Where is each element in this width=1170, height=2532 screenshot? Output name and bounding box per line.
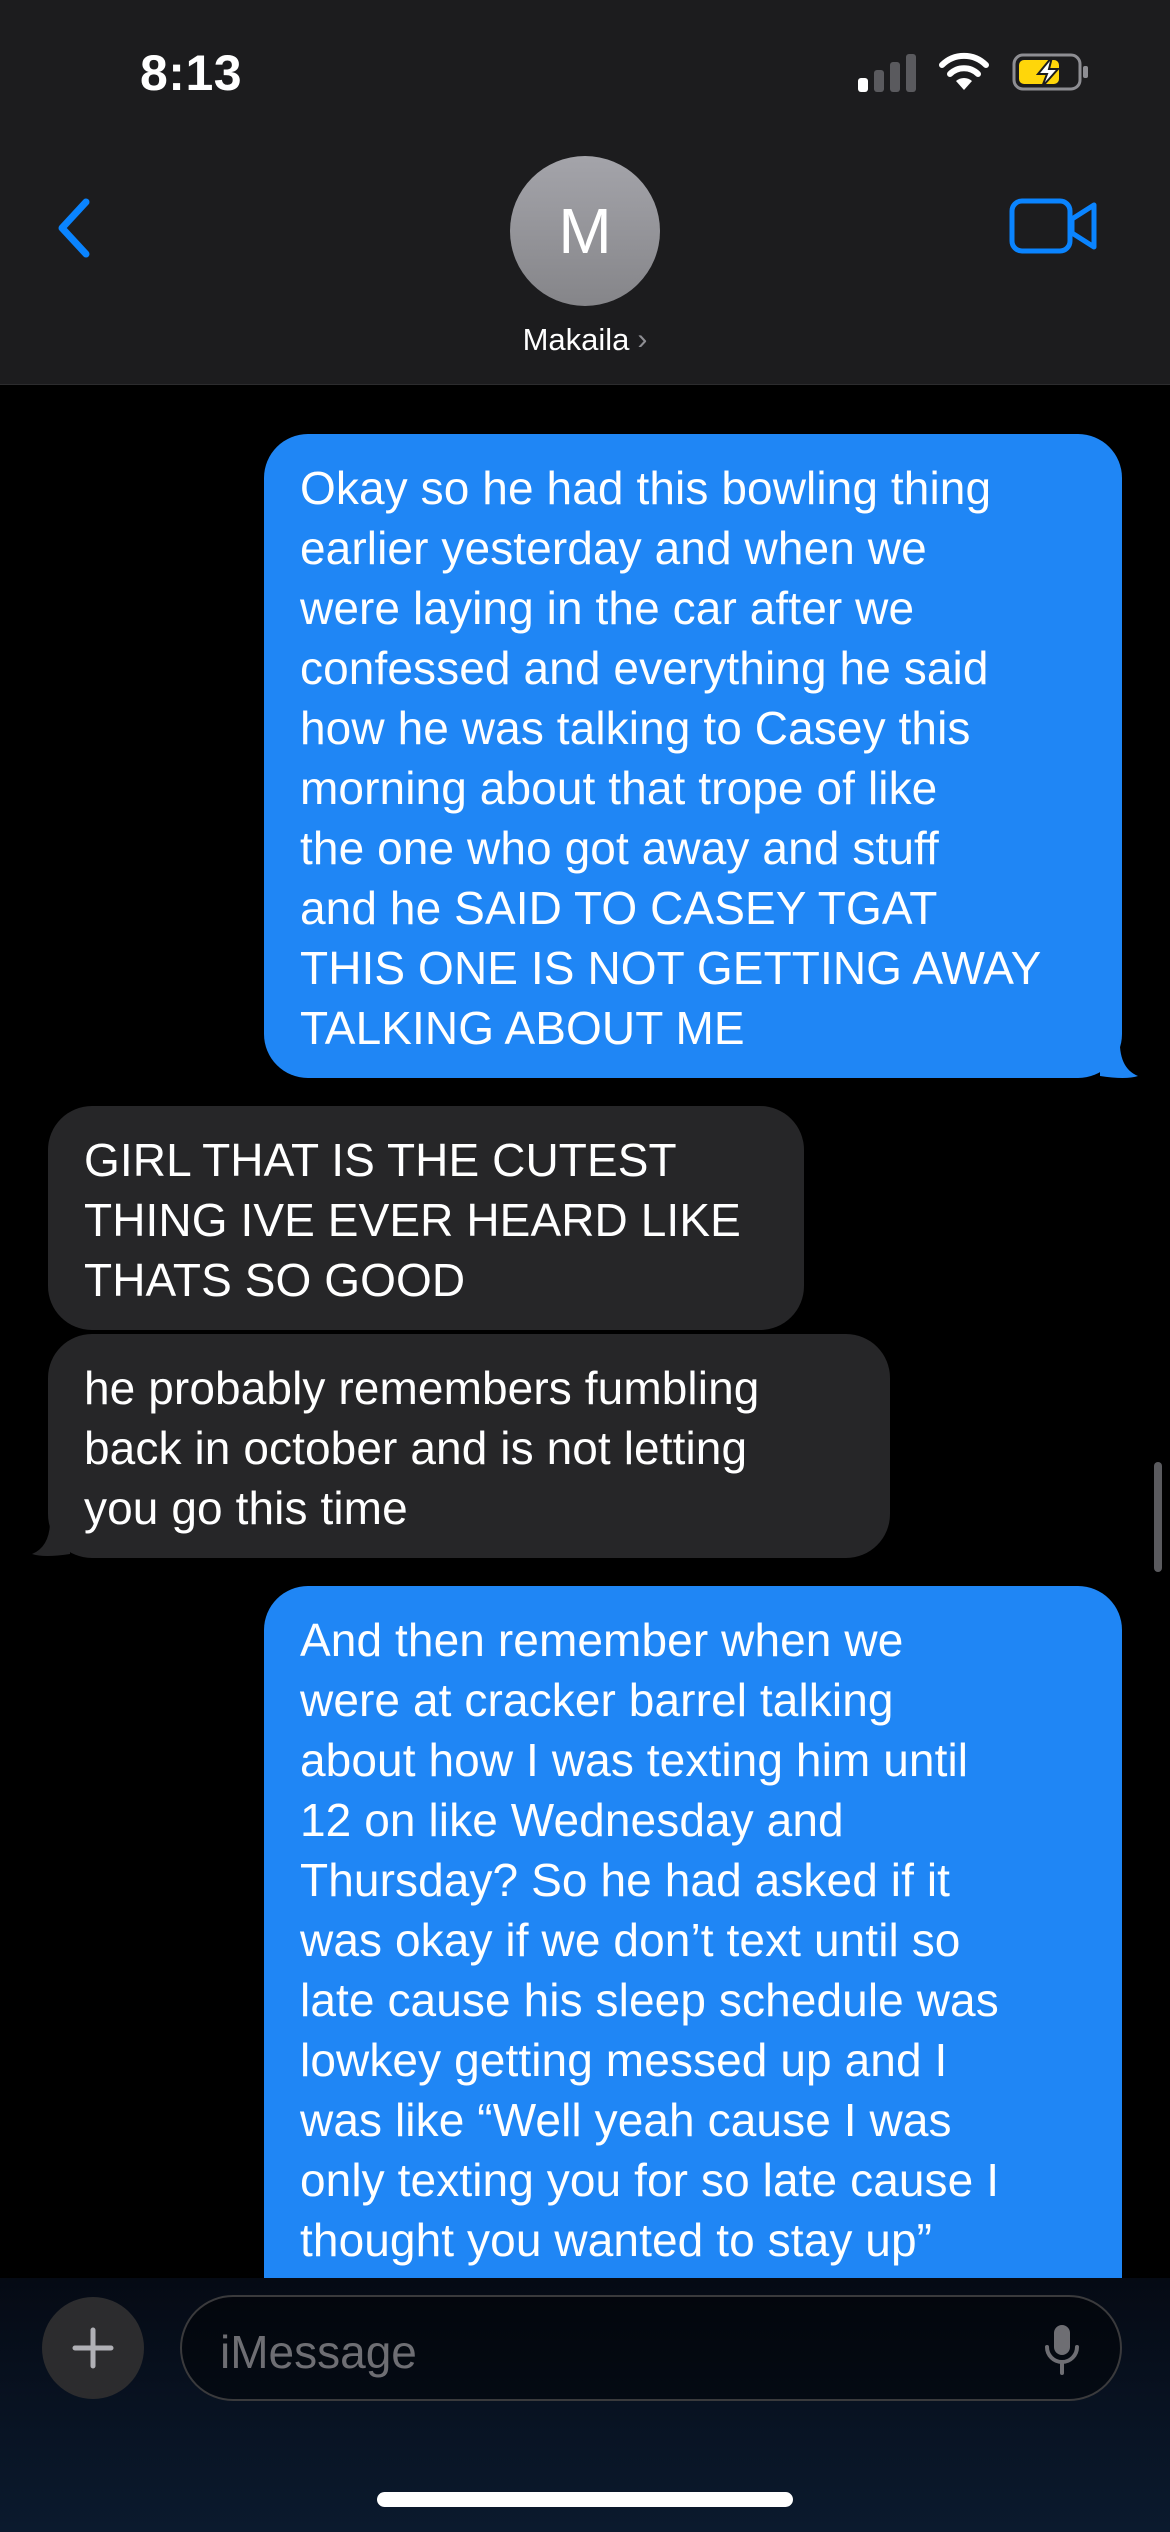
bubble-tail bbox=[32, 1514, 70, 1556]
imessage-input[interactable]: iMessage bbox=[180, 2295, 1122, 2401]
contact-name-button[interactable]: Makaila › bbox=[0, 322, 1170, 358]
message-bubble-received[interactable]: he probably remembers fumbling back in o… bbox=[48, 1334, 890, 1558]
microphone-icon[interactable] bbox=[1042, 2323, 1082, 2377]
facetime-video-button[interactable] bbox=[1008, 195, 1100, 257]
messages-screen: 8:13 M Makaila › Okay so he had this bow… bbox=[0, 0, 1170, 2532]
scroll-indicator[interactable] bbox=[1154, 1462, 1162, 1572]
contact-name: Makaila bbox=[522, 322, 630, 357]
message-bubble-sent[interactable]: Okay so he had this bowling thing earlie… bbox=[264, 434, 1122, 1078]
status-time: 8:13 bbox=[140, 45, 243, 101]
wifi-icon bbox=[939, 52, 989, 90]
back-button[interactable] bbox=[44, 188, 104, 268]
plus-icon bbox=[72, 2327, 114, 2369]
bubble-tail bbox=[1100, 1036, 1138, 1078]
message-bubble-sent[interactable]: And then remember when we were at cracke… bbox=[264, 1586, 1122, 2366]
video-camera-icon bbox=[1009, 198, 1097, 254]
chevron-right-icon: › bbox=[637, 323, 648, 356]
status-icons bbox=[858, 52, 1090, 92]
chevron-left-icon bbox=[58, 198, 90, 258]
avatar-initial: M bbox=[558, 195, 612, 267]
home-indicator[interactable] bbox=[377, 2492, 793, 2507]
input-placeholder: iMessage bbox=[220, 2326, 417, 2378]
conversation-header: 8:13 M Makaila › bbox=[0, 0, 1170, 385]
apps-plus-button[interactable] bbox=[42, 2297, 144, 2399]
contact-avatar[interactable]: M bbox=[510, 156, 660, 306]
battery-charging-icon bbox=[1012, 53, 1088, 91]
cellular-signal-icon bbox=[858, 52, 916, 92]
message-bubble-received[interactable]: GIRL THAT IS THE CUTEST THING IVE EVER H… bbox=[48, 1106, 804, 1330]
